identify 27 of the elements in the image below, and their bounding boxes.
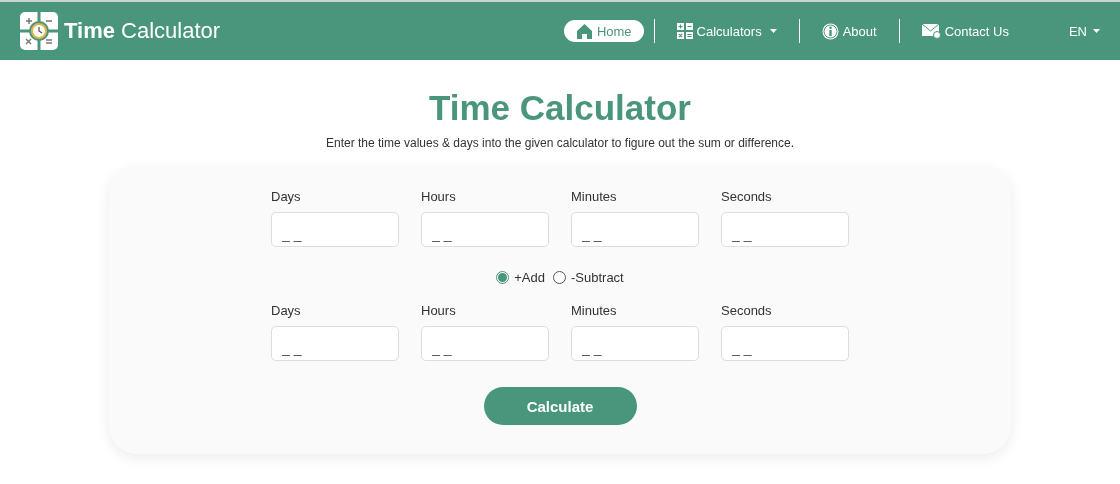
page-description: Enter the time values & days into the given calculator to figure out the sum or difference. xyxy=(325,136,794,150)
field-label: Minutes xyxy=(571,189,618,204)
language-selector[interactable]: EN xyxy=(1056,20,1100,42)
site-title[interactable]: Time Calculator xyxy=(64,18,221,44)
nav-link[interactable]: Home xyxy=(563,20,644,42)
nav-link[interactable]: Contact Us xyxy=(909,20,1021,42)
input-field[interactable]: _ _ xyxy=(571,212,699,247)
field-label: Hours xyxy=(421,303,457,318)
input-field[interactable]: _ _ xyxy=(421,212,549,247)
field-label: Days xyxy=(271,189,302,204)
radio-label[interactable]: -Subtract xyxy=(571,270,624,285)
page-title: Time Calculator xyxy=(429,88,691,128)
nav-link[interactable]: About xyxy=(809,19,889,43)
input-field[interactable]: _ _ xyxy=(721,326,849,361)
calculate-button[interactable]: Calculate xyxy=(483,387,637,425)
nav-link[interactable]: Calculators xyxy=(664,20,789,42)
input-field[interactable]: _ _ xyxy=(271,212,399,247)
field-label: Seconds xyxy=(721,189,773,204)
input-field[interactable]: _ _ xyxy=(571,326,699,361)
field-label: Days xyxy=(271,303,302,318)
field-label: Seconds xyxy=(721,303,773,318)
radio-label[interactable]: +Add xyxy=(514,270,545,285)
field-label: Minutes xyxy=(571,303,618,318)
field-label: Hours xyxy=(421,189,457,204)
input-field[interactable]: _ _ xyxy=(271,326,399,361)
input-field[interactable]: _ _ xyxy=(421,326,549,361)
input-field[interactable]: _ _ xyxy=(721,212,849,247)
